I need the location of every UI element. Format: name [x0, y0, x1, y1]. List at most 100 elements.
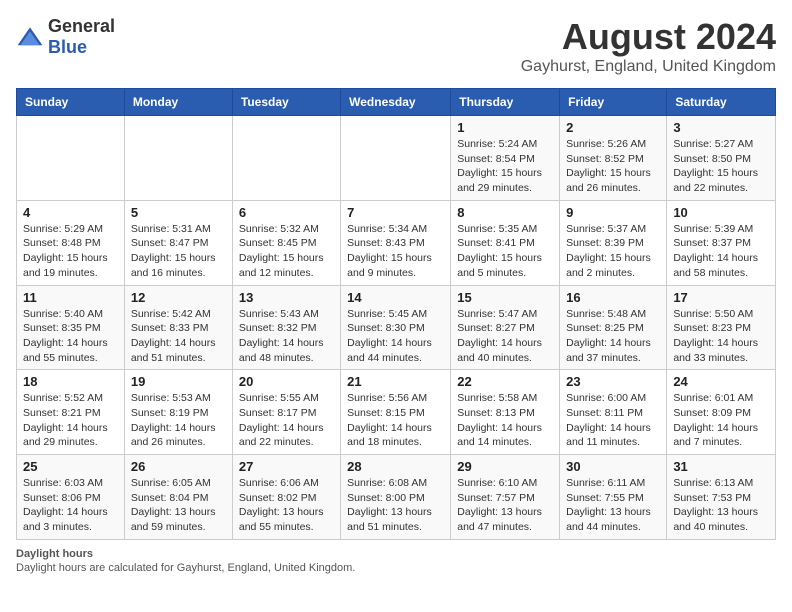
day-number: 10	[673, 205, 769, 220]
day-info: Sunrise: 6:03 AM Sunset: 8:06 PM Dayligh…	[23, 476, 118, 535]
day-info: Sunrise: 6:00 AM Sunset: 8:11 PM Dayligh…	[566, 391, 660, 450]
day-info: Sunrise: 6:13 AM Sunset: 7:53 PM Dayligh…	[673, 476, 769, 535]
day-cell: 9 Sunrise: 5:37 AM Sunset: 8:39 PM Daylig…	[560, 200, 667, 285]
day-number: 9	[566, 205, 660, 220]
day-cell: 25 Sunrise: 6:03 AM Sunset: 8:06 PM Dayli…	[17, 455, 125, 540]
day-info: Sunrise: 5:43 AM Sunset: 8:32 PM Dayligh…	[239, 307, 334, 366]
day-number: 20	[239, 374, 334, 389]
day-number: 1	[457, 120, 553, 135]
day-number: 29	[457, 459, 553, 474]
day-info: Sunrise: 5:35 AM Sunset: 8:41 PM Dayligh…	[457, 222, 553, 281]
day-info: Sunrise: 5:53 AM Sunset: 8:19 PM Dayligh…	[131, 391, 226, 450]
day-info: Sunrise: 5:45 AM Sunset: 8:30 PM Dayligh…	[347, 307, 444, 366]
day-info: Sunrise: 5:48 AM Sunset: 8:25 PM Dayligh…	[566, 307, 660, 366]
day-number: 8	[457, 205, 553, 220]
column-header-monday: Monday	[124, 89, 232, 116]
day-cell: 19 Sunrise: 5:53 AM Sunset: 8:19 PM Dayli…	[124, 370, 232, 455]
day-number: 26	[131, 459, 226, 474]
day-cell: 1 Sunrise: 5:24 AM Sunset: 8:54 PM Daylig…	[451, 116, 560, 201]
day-cell: 6Sunrise: 5:32 AM Sunset: 8:45 PM Daylig…	[232, 200, 340, 285]
day-info: Sunrise: 5:55 AM Sunset: 8:17 PM Dayligh…	[239, 391, 334, 450]
day-info: Sunrise: 5:47 AM Sunset: 8:27 PM Dayligh…	[457, 307, 553, 366]
day-cell: 29 Sunrise: 6:10 AM Sunset: 7:57 PM Dayli…	[451, 455, 560, 540]
footer-title: Daylight hours	[16, 548, 776, 560]
day-cell: 2 Sunrise: 5:26 AM Sunset: 8:52 PM Daylig…	[560, 116, 667, 201]
day-number: 6	[239, 205, 334, 220]
day-number: 31	[673, 459, 769, 474]
day-number: 5	[131, 205, 226, 220]
day-cell: 28 Sunrise: 6:08 AM Sunset: 8:00 PM Dayli…	[341, 455, 451, 540]
day-info: Sunrise: 5:58 AM Sunset: 8:13 PM Dayligh…	[457, 391, 553, 450]
day-number: 24	[673, 374, 769, 389]
day-cell: 4Sunrise: 5:29 AM Sunset: 8:48 PM Daylig…	[17, 200, 125, 285]
day-cell: 8 Sunrise: 5:35 AM Sunset: 8:41 PM Daylig…	[451, 200, 560, 285]
day-number: 11	[23, 290, 118, 305]
logo-text: General Blue	[48, 16, 115, 58]
day-cell: 26Sunrise: 6:05 AM Sunset: 8:04 PM Dayli…	[124, 455, 232, 540]
day-info: Sunrise: 5:37 AM Sunset: 8:39 PM Dayligh…	[566, 222, 660, 281]
day-number: 21	[347, 374, 444, 389]
day-number: 19	[131, 374, 226, 389]
day-info: Sunrise: 5:34 AM Sunset: 8:43 PM Dayligh…	[347, 222, 444, 281]
title-block: August 2024 Gayhurst, England, United Ki…	[521, 16, 776, 76]
page-subtitle: Gayhurst, England, United Kingdom	[521, 58, 776, 76]
logo-blue: Blue	[48, 37, 87, 57]
page-title: August 2024	[521, 16, 776, 58]
day-cell: 27Sunrise: 6:06 AM Sunset: 8:02 PM Dayli…	[232, 455, 340, 540]
day-number: 3	[673, 120, 769, 135]
day-info: Sunrise: 6:06 AM Sunset: 8:02 PM Dayligh…	[239, 476, 334, 535]
logo-general: General	[48, 16, 115, 36]
day-info: Sunrise: 6:08 AM Sunset: 8:00 PM Dayligh…	[347, 476, 444, 535]
day-cell: 24 Sunrise: 6:01 AM Sunset: 8:09 PM Dayli…	[667, 370, 776, 455]
day-number: 14	[347, 290, 444, 305]
day-info: Sunrise: 5:26 AM Sunset: 8:52 PM Dayligh…	[566, 137, 660, 196]
day-cell: 16 Sunrise: 5:48 AM Sunset: 8:25 PM Dayli…	[560, 285, 667, 370]
day-number: 28	[347, 459, 444, 474]
day-number: 22	[457, 374, 553, 389]
day-cell: 23 Sunrise: 6:00 AM Sunset: 8:11 PM Dayli…	[560, 370, 667, 455]
page-header: General Blue August 2024 Gayhurst, Engla…	[16, 16, 776, 76]
week-row-4: 18 Sunrise: 5:52 AM Sunset: 8:21 PM Dayli…	[17, 370, 776, 455]
column-header-friday: Friday	[560, 89, 667, 116]
day-number: 25	[23, 459, 118, 474]
day-number: 16	[566, 290, 660, 305]
logo: General Blue	[16, 16, 115, 58]
day-cell: 15 Sunrise: 5:47 AM Sunset: 8:27 PM Dayli…	[451, 285, 560, 370]
day-info: Sunrise: 5:42 AM Sunset: 8:33 PM Dayligh…	[131, 307, 226, 366]
day-cell: 10 Sunrise: 5:39 AM Sunset: 8:37 PM Dayli…	[667, 200, 776, 285]
day-cell: 22 Sunrise: 5:58 AM Sunset: 8:13 PM Dayli…	[451, 370, 560, 455]
column-header-tuesday: Tuesday	[232, 89, 340, 116]
day-info: Sunrise: 5:52 AM Sunset: 8:21 PM Dayligh…	[23, 391, 118, 450]
day-info: Sunrise: 6:01 AM Sunset: 8:09 PM Dayligh…	[673, 391, 769, 450]
day-number: 23	[566, 374, 660, 389]
day-number: 4	[23, 205, 118, 220]
day-cell: 11 Sunrise: 5:40 AM Sunset: 8:35 PM Dayli…	[17, 285, 125, 370]
day-cell: 18 Sunrise: 5:52 AM Sunset: 8:21 PM Dayli…	[17, 370, 125, 455]
day-number: 17	[673, 290, 769, 305]
day-cell: 5 Sunrise: 5:31 AM Sunset: 8:47 PM Daylig…	[124, 200, 232, 285]
day-number: 18	[23, 374, 118, 389]
day-cell	[341, 116, 451, 201]
day-cell: 12 Sunrise: 5:42 AM Sunset: 8:33 PM Dayli…	[124, 285, 232, 370]
day-info: Sunrise: 5:40 AM Sunset: 8:35 PM Dayligh…	[23, 307, 118, 366]
day-cell: 7Sunrise: 5:34 AM Sunset: 8:43 PM Daylig…	[341, 200, 451, 285]
logo-icon	[16, 26, 44, 48]
day-info: Sunrise: 5:31 AM Sunset: 8:47 PM Dayligh…	[131, 222, 226, 281]
day-info: Sunrise: 5:39 AM Sunset: 8:37 PM Dayligh…	[673, 222, 769, 281]
column-header-wednesday: Wednesday	[341, 89, 451, 116]
column-header-saturday: Saturday	[667, 89, 776, 116]
column-header-sunday: Sunday	[17, 89, 125, 116]
day-info: Sunrise: 6:10 AM Sunset: 7:57 PM Dayligh…	[457, 476, 553, 535]
day-info: Sunrise: 5:27 AM Sunset: 8:50 PM Dayligh…	[673, 137, 769, 196]
day-number: 12	[131, 290, 226, 305]
calendar-table: SundayMondayTuesdayWednesdayThursdayFrid…	[16, 88, 776, 540]
day-cell: 14 Sunrise: 5:45 AM Sunset: 8:30 PM Dayli…	[341, 285, 451, 370]
day-number: 2	[566, 120, 660, 135]
day-cell: 31 Sunrise: 6:13 AM Sunset: 7:53 PM Dayli…	[667, 455, 776, 540]
day-info: Sunrise: 5:50 AM Sunset: 8:23 PM Dayligh…	[673, 307, 769, 366]
footer-text: Daylight hours are calculated for Gayhur…	[16, 562, 776, 574]
week-row-2: 4Sunrise: 5:29 AM Sunset: 8:48 PM Daylig…	[17, 200, 776, 285]
day-number: 15	[457, 290, 553, 305]
day-info: Sunrise: 5:24 AM Sunset: 8:54 PM Dayligh…	[457, 137, 553, 196]
day-cell	[124, 116, 232, 201]
